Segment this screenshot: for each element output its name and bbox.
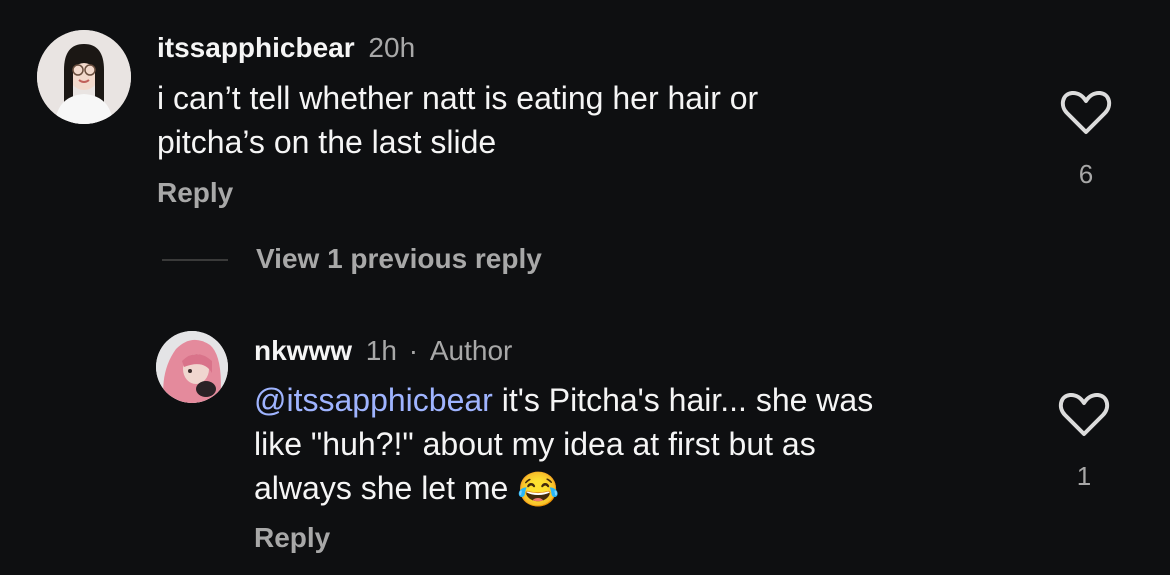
reply-avatar-image [156,331,228,403]
heart-outline-icon[interactable] [1060,88,1112,136]
comment-reply-button[interactable]: Reply [157,177,233,209]
reply-like-count: 1 [1076,461,1092,491]
heart-outline-icon[interactable] [1058,390,1110,438]
comment-text: i can’t tell whether natt is eating her … [157,76,758,164]
thread-divider [162,259,228,261]
comment-timestamp: 20h [368,32,416,63]
comment-text-line: pitcha’s on the last slide [157,124,497,160]
reply-text-segment: always she let me [254,470,509,506]
reply-text-line: like "huh?!" about my idea at first but … [254,426,816,462]
comment-header: itssapphicbear 20h [157,32,415,64]
author-badge: Author [429,335,513,366]
avatar-image [37,30,131,124]
mention-link[interactable]: @itssapphicbear [254,382,493,418]
reply-text-line: @itssapphicbear it's Pitcha's hair... sh… [254,378,873,422]
view-previous-replies-button[interactable]: View 1 previous reply [256,243,542,275]
comment-text-line: i can’t tell whether natt is eating her … [157,80,759,116]
reply-username[interactable]: nkwww [254,335,352,366]
avatar[interactable] [37,30,131,124]
reply-avatar[interactable] [156,331,228,403]
reply-text: @itssapphicbear it's Pitcha's hair... sh… [254,378,873,512]
comment-like-count: 6 [1078,159,1094,189]
reply-text-segment: it's Pitcha's hair... she was [492,382,874,418]
meta-separator: · [408,335,419,366]
comment-username[interactable]: itssapphicbear [157,32,355,63]
laughing-tears-emoji: 😂 [517,471,560,509]
reply-text-line: always she let me 😂 [254,466,873,512]
reply-reply-button[interactable]: Reply [254,522,330,554]
reply-timestamp: 1h [365,335,397,366]
reply-header: nkwww 1h · Author [254,335,512,367]
